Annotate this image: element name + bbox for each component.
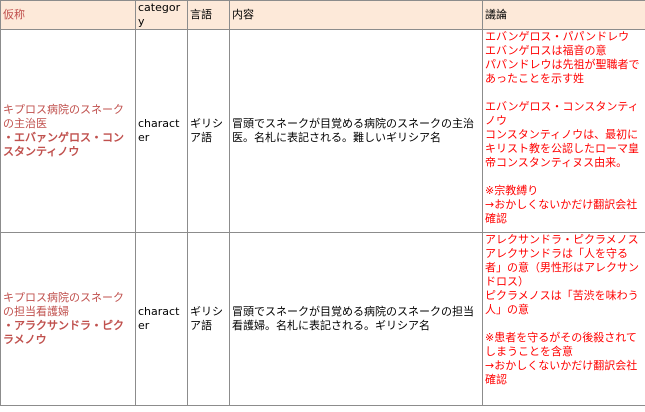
name-cell[interactable]: キプロス病院のスネークの担当看護婦 ・アラクサンドラ・ピクラメノウ <box>0 232 136 406</box>
header-content[interactable]: 内容 <box>229 0 483 30</box>
header-name[interactable]: 仮称 <box>0 0 136 30</box>
header-discussion[interactable]: 議論 <box>482 0 645 30</box>
header-category[interactable]: category <box>135 0 188 30</box>
category-cell[interactable]: character <box>135 232 188 406</box>
discussion-block: アレクサンドラ・ピクラメノス アレクサンドラは「人を守る者」の意（男性形はアレク… <box>485 233 639 317</box>
name-cell[interactable]: キプロス病院のスネークの主治医 ・エバァンゲロス・コンスタンティノウ <box>0 29 136 233</box>
name-description: キプロス病院のスネークの主治医 <box>3 103 124 130</box>
header-language[interactable]: 言語 <box>187 0 230 30</box>
discussion-block: ※患者を守るがその後殺されてしまうことを含意 →おかしくないかだけ翻訳会社確認 <box>485 331 638 386</box>
discussion-cell[interactable]: アレクサンドラ・ピクラメノス アレクサンドラは「人を守る者」の意（男性形はアレク… <box>482 232 645 406</box>
category-cell[interactable]: character <box>135 29 188 233</box>
content-cell[interactable]: 冒頭でスネークが目覚める病院のスネークの担当看護婦。名札に表記される。ギリシア名 <box>229 232 483 406</box>
table-row: キプロス病院のスネークの主治医 ・エバァンゲロス・コンスタンティノウ chara… <box>0 29 645 233</box>
discussion-block: エバンゲロス・コンスタンティノウ コンスタンティノウは、最初にキリスト教を公認し… <box>485 100 639 169</box>
discussion-block: ※宗教縛り →おかしくないかだけ翻訳会社確認 <box>485 184 638 225</box>
language-cell[interactable]: ギリシア語 <box>187 232 230 406</box>
name-description: キプロス病院のスネークの担当看護婦 <box>3 291 124 318</box>
language-cell[interactable]: ギリシア語 <box>187 29 230 233</box>
name-strong: ・エバァンゲロス・コンスタンティノウ <box>3 131 124 158</box>
content-cell[interactable]: 冒頭でスネークが目覚める病院のスネークの主治医。名札に表記される。難しいギリシア… <box>229 29 483 233</box>
header-row: 仮称 category 言語 内容 議論 <box>0 0 645 30</box>
discussion-block: エバンゲロス・パパンドレウ エバンゲロスは福音の意 パパンドレウは先祖が聖職者で… <box>485 30 640 86</box>
name-strong: ・アラクサンドラ・ピクラメノウ <box>3 319 124 346</box>
discussion-cell[interactable]: エバンゲロス・パパンドレウ エバンゲロスは福音の意 パパンドレウは先祖が聖職者で… <box>482 29 645 233</box>
table-row: キプロス病院のスネークの担当看護婦 ・アラクサンドラ・ピクラメノウ charac… <box>0 232 645 406</box>
spreadsheet-table: 仮称 category 言語 内容 議論 キプロス病院のスネークの主治医 ・エバ… <box>0 0 645 406</box>
